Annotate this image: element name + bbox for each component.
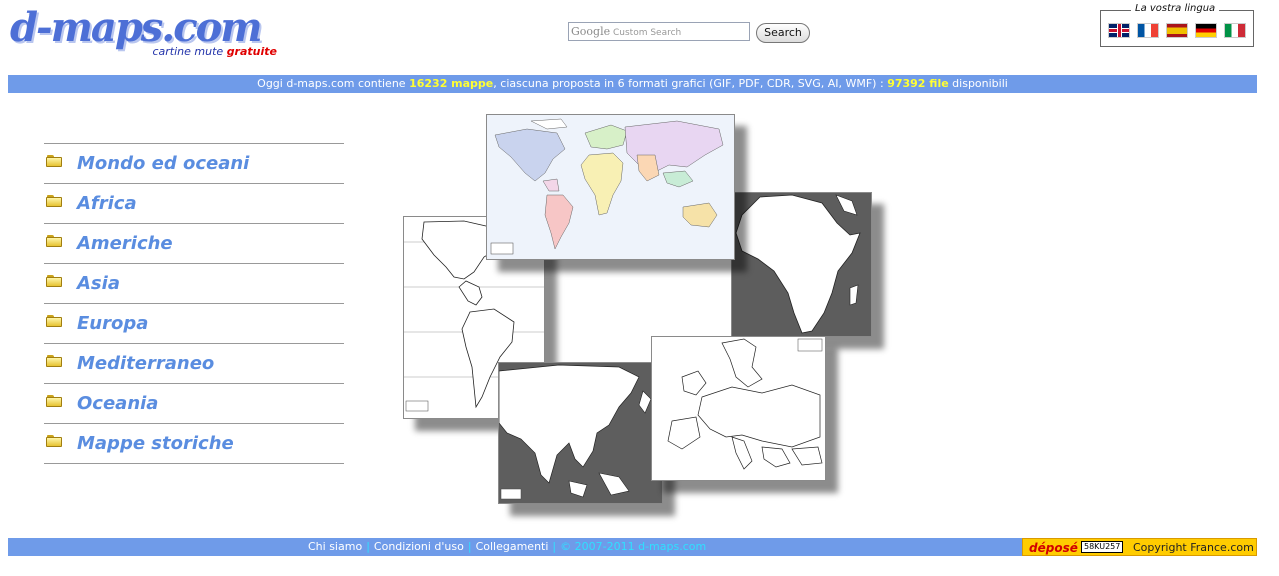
africa-map-image xyxy=(735,194,861,334)
folder-icon xyxy=(46,435,63,447)
menu-label: Mappe storiche xyxy=(77,433,234,454)
language-selector: La vostra lingua xyxy=(1100,3,1254,47)
badge-site: Copyright France.com xyxy=(1133,541,1254,554)
folder-icon xyxy=(46,315,63,327)
menu-label: Asia xyxy=(77,273,120,294)
asia-map-image xyxy=(499,364,652,500)
footer-link-chi-siamo[interactable]: Chi siamo xyxy=(308,540,362,553)
menu-item-asia[interactable]: Asia xyxy=(44,263,344,303)
logo-tagline: cartine mute gratuite xyxy=(153,45,278,58)
menu-label: Oceania xyxy=(77,393,159,414)
info-bar: Oggi d-maps.com contiene 16232 mappe, ci… xyxy=(8,75,1257,93)
folder-icon xyxy=(46,275,63,287)
footer-copyright: © 2007-2011 d-maps.com xyxy=(560,540,707,553)
site-logo[interactable]: d-maps.com cartine mute gratuite xyxy=(10,6,280,62)
footer-separator: | xyxy=(552,540,557,553)
footer-separator: | xyxy=(467,540,472,553)
french-flag-icon[interactable] xyxy=(1137,23,1159,38)
world-map-thumbnail[interactable] xyxy=(486,114,735,260)
menu-item-mappe-storiche[interactable]: Mappe storiche xyxy=(44,423,344,464)
badge-depose: déposé xyxy=(1029,541,1078,555)
copyright-france-badge[interactable]: déposé 58KU257 Copyright France.com xyxy=(1022,538,1257,556)
menu-label: Mediterraneo xyxy=(77,353,215,374)
german-flag-icon[interactable] xyxy=(1195,23,1217,38)
europe-map-thumbnail[interactable] xyxy=(651,336,826,481)
language-title: La vostra lingua xyxy=(1131,3,1220,14)
menu-item-mondo[interactable]: Mondo ed oceani xyxy=(44,143,344,183)
footer-bar: Chi siamo | Condizioni d'uso | Collegamenti |… xyxy=(8,538,1257,556)
folder-icon xyxy=(46,355,63,367)
files-count: 97392 file xyxy=(887,77,949,90)
menu-item-americhe[interactable]: Americhe xyxy=(44,223,344,263)
menu-item-oceania[interactable]: Oceania xyxy=(44,383,344,423)
menu-item-europa[interactable]: Europa xyxy=(44,303,344,343)
italian-flag-icon[interactable] xyxy=(1224,23,1246,38)
menu-item-mediterraneo[interactable]: Mediterraneo xyxy=(44,343,344,383)
world-map-image xyxy=(490,118,724,255)
folder-icon xyxy=(46,235,63,247)
region-menu: Mondo ed oceani Africa Americhe Asia Eur… xyxy=(44,143,344,464)
tagline-text: cartine mute xyxy=(152,45,224,58)
search-placeholder: Custom Search xyxy=(612,28,682,38)
menu-item-africa[interactable]: Africa xyxy=(44,183,344,223)
footer-links: Chi siamo | Condizioni d'uso | Collegamenti |… xyxy=(308,538,706,556)
search-button[interactable]: Search xyxy=(756,23,810,43)
info-middle: , ciascuna proposta in 6 formati grafici… xyxy=(493,77,884,90)
info-suffix: disponibili xyxy=(952,77,1008,90)
spanish-flag-icon[interactable] xyxy=(1166,23,1188,38)
menu-label: Mondo ed oceani xyxy=(77,153,250,174)
tagline-free: gratuite xyxy=(226,45,277,58)
info-prefix: Oggi d-maps.com contiene xyxy=(257,77,406,90)
africa-map-thumbnail[interactable] xyxy=(731,192,872,337)
menu-label: Europa xyxy=(77,313,149,334)
folder-icon xyxy=(46,195,63,207)
maps-count: 16232 mappe xyxy=(409,77,494,90)
europe-map-image xyxy=(667,338,823,470)
badge-code: 58KU257 xyxy=(1081,541,1124,553)
footer-link-collegamenti[interactable]: Collegamenti xyxy=(476,540,549,553)
logo-text: d-maps.com xyxy=(10,4,263,51)
search-input[interactable]: Google Custom Search xyxy=(568,22,750,41)
menu-label: Americhe xyxy=(77,233,173,254)
google-logo: Google xyxy=(571,25,611,38)
english-flag-icon[interactable] xyxy=(1108,23,1130,38)
folder-icon xyxy=(46,395,63,407)
folder-icon xyxy=(46,155,63,167)
footer-link-condizioni[interactable]: Condizioni d'uso xyxy=(374,540,464,553)
menu-label: Africa xyxy=(77,193,137,214)
asia-map-thumbnail[interactable] xyxy=(498,362,663,504)
footer-separator: | xyxy=(366,540,370,553)
